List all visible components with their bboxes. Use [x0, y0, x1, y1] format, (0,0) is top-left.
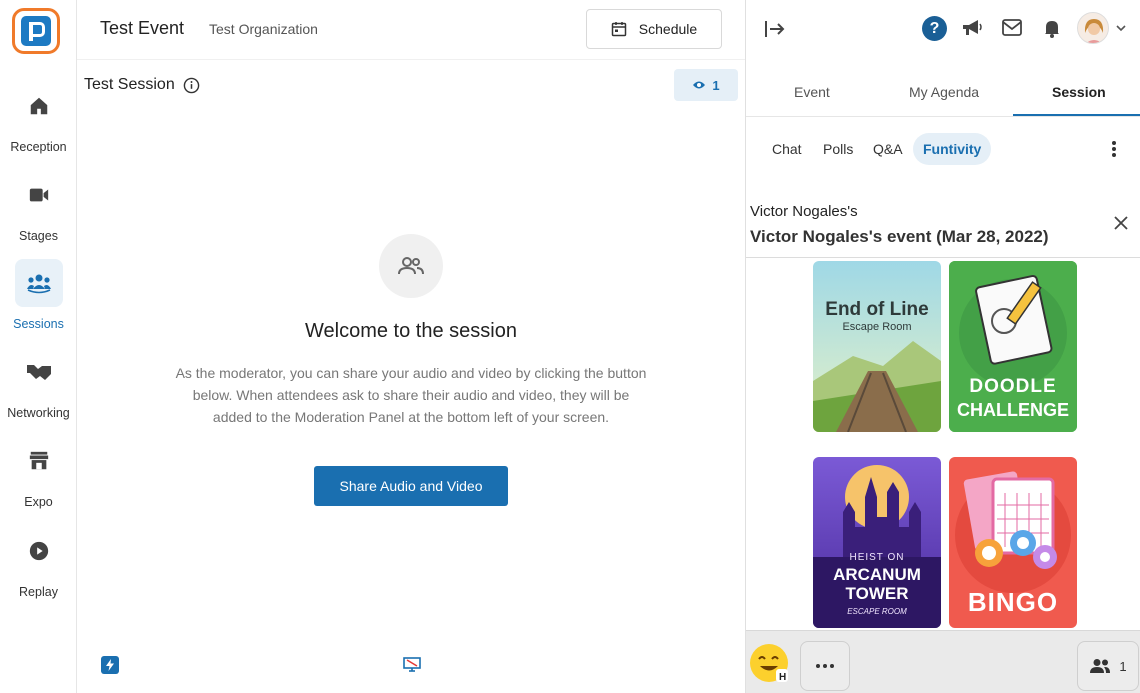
sidebar-item-label: Sessions [13, 317, 64, 331]
sidebar-item-sessions[interactable]: Sessions [0, 259, 77, 331]
game-subtitle: ARCANUM TOWER [833, 565, 921, 603]
play-circle-icon [15, 527, 63, 575]
subtab-polls[interactable]: Polls [813, 133, 863, 165]
funtivity-event-name: Victor Nogales's event (Mar 28, 2022) [750, 227, 1049, 246]
help-icon[interactable]: ? [922, 16, 947, 41]
game-card-arcanum-tower[interactable]: HEIST ON ARCANUM TOWER ESCAPE ROOM [813, 457, 941, 628]
sidebar-item-reception[interactable]: Reception [0, 82, 77, 154]
panel-tabs: Event My Agenda Session [746, 72, 1140, 117]
collapse-panel-icon[interactable] [765, 19, 785, 39]
calendar-icon [611, 22, 627, 37]
more-actions-button[interactable] [800, 641, 850, 691]
people-icon [379, 234, 443, 298]
app-root: Reception Stages Sessions Networking Exp [0, 0, 1140, 693]
schedule-button[interactable]: Schedule [586, 9, 722, 49]
bell-icon[interactable] [1044, 19, 1060, 38]
reaction-emoji-icon[interactable]: H [750, 644, 788, 683]
funtivity-header: Victor Nogales's Victor Nogales's event … [746, 200, 1140, 258]
tab-event[interactable]: Event [794, 84, 830, 100]
session-subtabs: Chat Polls Q&A Funtivity [746, 133, 1140, 165]
sidebar-item-stages[interactable]: Stages [0, 171, 77, 243]
sidebar-item-label: Expo [24, 495, 53, 509]
session-stage: Test Session 1 Welcome to the session As… [77, 61, 745, 693]
participants-icon [1090, 659, 1111, 673]
game-title: BINGO [967, 587, 1059, 617]
game-card-bingo[interactable]: BINGO [949, 457, 1077, 628]
chevron-down-icon[interactable] [1116, 25, 1126, 32]
panel-footer: H 1 [746, 630, 1140, 693]
welcome-description: As the moderator, you can share your aud… [175, 365, 647, 425]
active-tab-indicator [1013, 114, 1140, 116]
close-icon[interactable] [1114, 216, 1128, 230]
viewer-count: 1 [712, 77, 720, 93]
avatar[interactable] [1077, 12, 1109, 44]
handshake-icon [15, 348, 63, 396]
schedule-label: Schedule [638, 21, 698, 37]
event-title: Test Event [100, 18, 185, 38]
sidebar-item-networking[interactable]: Networking [0, 348, 77, 420]
sidebar: Reception Stages Sessions Networking Exp [0, 0, 77, 693]
games-grid: End of Line Escape Room DOODLE CHALLENGE [746, 258, 1140, 630]
sidebar-item-label: Stages [19, 229, 58, 243]
tab-my-agenda[interactable]: My Agenda [909, 84, 979, 100]
participant-count: 1 [1119, 658, 1127, 674]
panel-toolbar: ? [746, 0, 1140, 60]
game-subtitle: Escape Room [842, 321, 912, 333]
megaphone-icon[interactable] [961, 18, 983, 38]
lightning-icon[interactable] [101, 656, 119, 674]
welcome-title: Welcome to the session [305, 320, 517, 342]
session-title-text: Test Session [84, 76, 175, 93]
session-title: Test Session [84, 76, 200, 94]
funtivity-owner: Victor Nogales's [750, 203, 858, 220]
sidebar-item-label: Replay [19, 585, 58, 599]
info-icon[interactable] [183, 77, 200, 94]
subtab-funtivity[interactable]: Funtivity [913, 133, 992, 165]
mail-icon[interactable] [1002, 19, 1022, 36]
game-tagline: ESCAPE ROOM [847, 607, 907, 616]
home-icon [15, 82, 63, 130]
subtab-qa[interactable]: Q&A [863, 133, 913, 165]
svg-text:H: H [779, 672, 786, 682]
participants-button[interactable]: 1 [1077, 641, 1139, 691]
app-logo[interactable] [12, 8, 60, 54]
sidebar-item-label: Networking [7, 406, 70, 420]
game-title: End of Line [825, 299, 929, 320]
game-card-doodle-challenge[interactable]: DOODLE CHALLENGE [949, 261, 1077, 432]
more-options-icon[interactable] [1108, 139, 1120, 159]
game-subtitle: CHALLENGE [957, 400, 1069, 420]
game-title: HEIST ON [849, 552, 905, 563]
video-camera-icon [15, 171, 63, 219]
sidebar-item-label: Reception [10, 140, 67, 154]
sidebar-item-replay[interactable]: Replay [0, 527, 77, 599]
group-icon [14, 259, 63, 307]
tab-session[interactable]: Session [1052, 84, 1106, 100]
share-audio-video-button[interactable]: Share Audio and Video [314, 466, 508, 506]
eye-icon [693, 81, 706, 89]
viewer-count-badge[interactable]: 1 [674, 69, 738, 101]
game-title: DOODLE [969, 376, 1057, 397]
organization-name: Test Organization [209, 21, 318, 37]
logo-mark [21, 16, 51, 46]
game-card-end-of-line[interactable]: End of Line Escape Room [813, 261, 941, 432]
event-header: Test Event Test Organization Schedule [77, 0, 745, 60]
screen-share-icon[interactable] [403, 657, 421, 673]
subtab-chat[interactable]: Chat [762, 133, 812, 165]
right-panel: ? Event My Agenda Session Chat Polls Q&A… [745, 0, 1140, 693]
storefront-icon [15, 437, 63, 485]
sidebar-item-expo[interactable]: Expo [0, 437, 77, 509]
